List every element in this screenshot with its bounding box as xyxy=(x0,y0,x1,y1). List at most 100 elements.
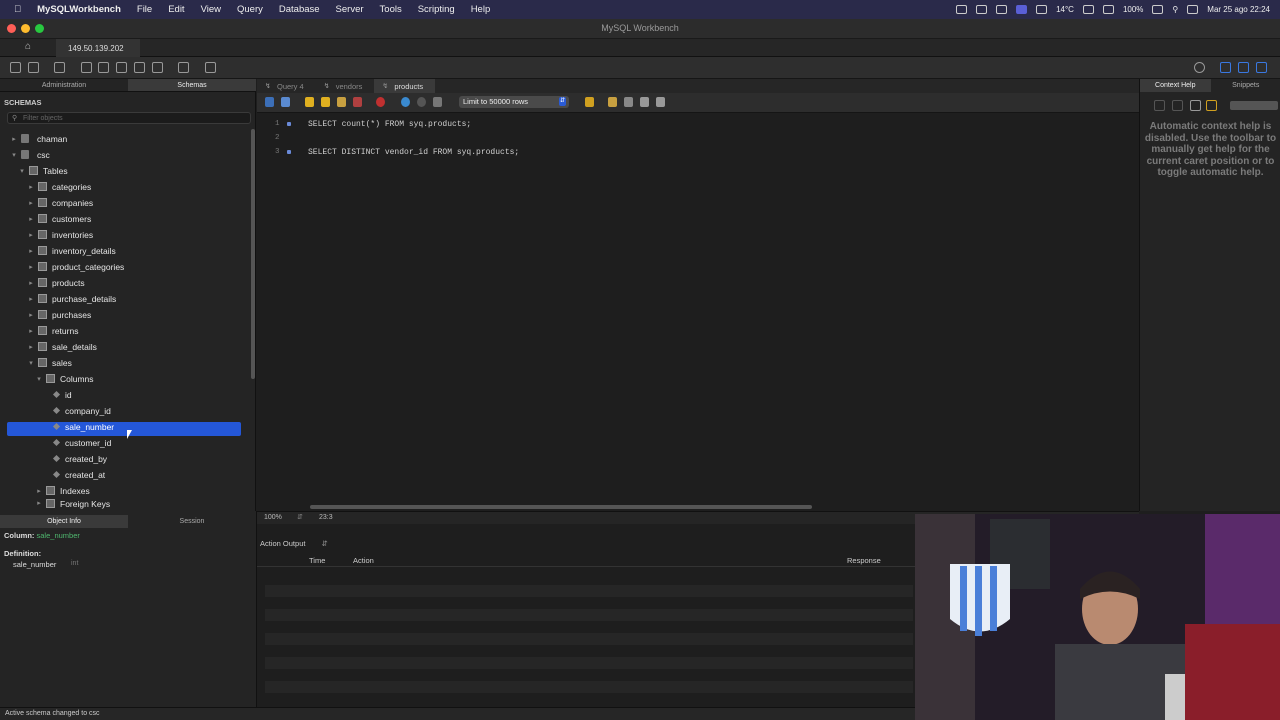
menu-tools[interactable]: Tools xyxy=(380,4,402,15)
tree-column-item[interactable]: company_id xyxy=(52,403,111,418)
tree-table-item[interactable]: ▸ inventories xyxy=(27,227,93,242)
chevron-right-icon[interactable]: ▸ xyxy=(27,183,35,191)
tree-schema-chaman[interactable]: ▸ chaman xyxy=(10,131,67,146)
navigator-scrollbar[interactable] xyxy=(251,129,255,379)
tree-column-item[interactable]: created_by xyxy=(52,451,107,466)
toggle-output-icon[interactable] xyxy=(1238,62,1249,73)
menu-database[interactable]: Database xyxy=(279,4,320,15)
search-table-data-icon[interactable] xyxy=(178,62,189,73)
bluetooth-icon[interactable] xyxy=(1036,5,1048,14)
output-selector[interactable]: Action Output ⇵ xyxy=(260,539,328,548)
chevron-right-icon[interactable]: ▸ xyxy=(27,311,35,319)
open-file-icon[interactable] xyxy=(265,97,274,107)
chevron-down-icon[interactable]: ▾ xyxy=(35,375,43,383)
autocommit-icon[interactable] xyxy=(433,97,442,107)
col-action[interactable]: Action xyxy=(353,556,374,565)
tab-administration[interactable]: Administration xyxy=(0,79,128,91)
chevron-right-icon[interactable]: ▸ xyxy=(35,499,43,507)
tree-columns-folder[interactable]: ▾ Columns xyxy=(35,371,93,386)
chevron-right-icon[interactable]: ▸ xyxy=(27,327,35,335)
create-table-icon[interactable] xyxy=(98,62,109,73)
open-sql-script-icon[interactable] xyxy=(28,62,39,73)
menu-scripting[interactable]: Scripting xyxy=(418,4,455,15)
zoom-level[interactable]: 100% xyxy=(264,514,282,521)
tab-schemas[interactable]: Schemas xyxy=(128,79,256,91)
menu-server[interactable]: Server xyxy=(336,4,364,15)
reconnect-icon[interactable] xyxy=(205,62,216,73)
forward-icon[interactable] xyxy=(1172,100,1183,111)
tab-context-help[interactable]: Context Help xyxy=(1140,79,1211,92)
find-icon[interactable] xyxy=(608,97,617,107)
tree-table-item[interactable]: ▸ purchases xyxy=(27,307,91,322)
commit-icon[interactable] xyxy=(401,97,410,107)
settings-gear-icon[interactable] xyxy=(1194,62,1205,73)
menu-help[interactable]: Help xyxy=(471,4,491,15)
manual-help-icon[interactable] xyxy=(1190,100,1201,111)
create-function-icon[interactable] xyxy=(152,62,163,73)
execute-icon[interactable] xyxy=(305,97,314,107)
tab-session[interactable]: Session xyxy=(128,515,256,528)
wrap-lines-icon[interactable] xyxy=(656,97,665,107)
back-icon[interactable] xyxy=(1154,100,1165,111)
tree-table-item[interactable]: ▸ purchase_details xyxy=(27,291,116,306)
rollback-icon[interactable] xyxy=(417,97,426,107)
tree-table-item[interactable]: ▸ products xyxy=(27,275,84,290)
auto-help-icon[interactable] xyxy=(1206,100,1217,111)
editor-horizontal-scrollbar[interactable] xyxy=(310,505,812,509)
execute-current-icon[interactable] xyxy=(321,97,330,107)
menu-file[interactable]: File xyxy=(137,4,152,15)
play-icon[interactable] xyxy=(1082,5,1094,14)
limit-rows-select[interactable]: Limit to 50000 rows ⇵ xyxy=(459,96,569,108)
save-icon[interactable] xyxy=(281,97,290,107)
datetime[interactable]: Mar 25 ago 22:24 xyxy=(1207,5,1270,14)
create-schema-icon[interactable] xyxy=(81,62,92,73)
tree-table-item[interactable]: ▸ customers xyxy=(27,211,91,226)
tree-table-item[interactable]: ▸ product_categories xyxy=(27,259,124,274)
screen-icon[interactable] xyxy=(976,5,988,14)
tab-products[interactable]: ↯ products xyxy=(374,79,436,93)
connection-tab[interactable]: 149.50.139.202 xyxy=(56,39,140,57)
explain-icon[interactable] xyxy=(337,97,346,107)
tree-column-item[interactable]: id xyxy=(52,387,72,402)
chevron-right-icon[interactable]: ▸ xyxy=(27,343,35,351)
code-line[interactable]: SELECT count(*) FROM syq.products; xyxy=(308,120,471,129)
tree-foreign-keys-folder[interactable]: ▸ Foreign Keys xyxy=(35,499,110,509)
create-procedure-icon[interactable] xyxy=(134,62,145,73)
chevron-right-icon[interactable]: ▸ xyxy=(10,135,18,143)
battery-percent[interactable]: 100% xyxy=(1123,5,1143,14)
shield-icon[interactable] xyxy=(956,5,968,14)
menu-query[interactable]: Query xyxy=(237,4,263,15)
chevron-right-icon[interactable]: ▸ xyxy=(27,263,35,271)
zoom-stepper-icon[interactable]: ⇵ xyxy=(297,513,303,521)
control-center-icon[interactable] xyxy=(1187,5,1199,14)
toggle-secondary-sidebar-icon[interactable] xyxy=(1256,62,1267,73)
tree-table-item[interactable]: ▸ companies xyxy=(27,195,93,210)
filter-objects-input[interactable]: ⚲ Filter objects xyxy=(7,112,251,124)
chevron-down-icon[interactable]: ▾ xyxy=(10,151,18,159)
new-sql-tab-icon[interactable] xyxy=(10,62,21,73)
tree-column-item[interactable]: customer_id xyxy=(52,435,111,450)
menu-view[interactable]: View xyxy=(201,4,221,15)
invisible-chars-icon[interactable] xyxy=(640,97,649,107)
tab-vendors[interactable]: ↯ vendors xyxy=(316,79,375,93)
tab-snippets[interactable]: Snippets xyxy=(1211,79,1280,92)
chevron-down-icon[interactable]: ▾ xyxy=(18,167,26,175)
tab-query-4[interactable]: ↯ Query 4 xyxy=(257,79,316,93)
tab-object-info[interactable]: Object Info xyxy=(0,515,128,528)
inspector-icon[interactable] xyxy=(54,62,65,73)
tree-tables-folder[interactable]: ▾ Tables xyxy=(18,163,67,178)
menu-edit[interactable]: Edit xyxy=(168,4,184,15)
col-time[interactable]: Time xyxy=(309,556,325,565)
create-view-icon[interactable] xyxy=(116,62,127,73)
chevron-right-icon[interactable]: ▸ xyxy=(27,279,35,287)
network-icon[interactable] xyxy=(1102,5,1114,14)
home-icon[interactable]: ⌂ xyxy=(20,41,36,55)
chevron-right-icon[interactable]: ▸ xyxy=(27,247,35,255)
tree-indexes-folder[interactable]: ▸ Indexes xyxy=(35,483,90,498)
beautify-icon[interactable] xyxy=(585,97,594,107)
record-icon[interactable] xyxy=(1016,5,1028,14)
tree-table-item[interactable]: ▸ inventory_details xyxy=(27,243,116,258)
tree-table-item[interactable]: ▸ categories xyxy=(27,179,91,194)
tree-table-item[interactable]: ▾ sales xyxy=(27,355,72,370)
wifi-icon[interactable] xyxy=(996,5,1008,14)
